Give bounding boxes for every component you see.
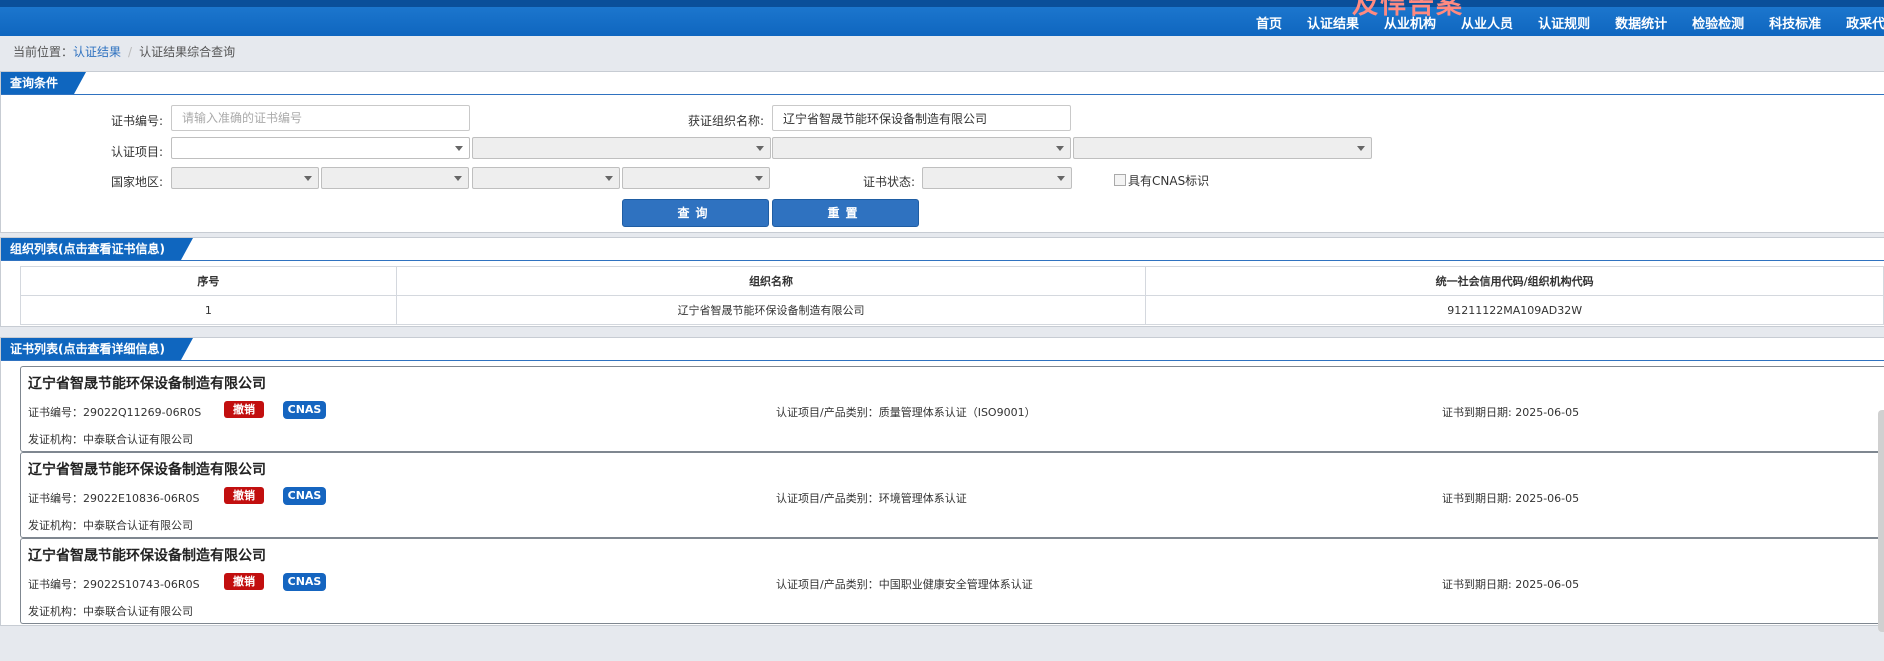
chevron-down-icon: [454, 176, 462, 181]
cert-card[interactable]: 辽宁省智晟节能环保设备制造有限公司 证书编号：29022E10836-06R0S…: [20, 452, 1884, 538]
cert-number: 证书编号：29022E10836-06R0S: [28, 492, 200, 505]
nav-inspection[interactable]: 检验检测: [1692, 13, 1744, 33]
cert-expiry: 证书到期日期: 2025-06-05: [1442, 406, 1580, 419]
cell-credit-code: 91211122MA109AD32W: [1145, 295, 1884, 325]
cnas-badge: CNAS: [283, 401, 326, 419]
breadcrumb: 当前位置：认证结果 / 认证结果综合查询: [13, 43, 235, 60]
revoked-badge: 撤销: [224, 487, 264, 504]
cert-org-name: 辽宁省智晟节能环保设备制造有限公司: [28, 376, 266, 392]
cert-card[interactable]: 辽宁省智晟节能环保设备制造有限公司 证书编号：29022Q11269-06R0S…: [20, 366, 1884, 452]
revoked-badge: 撤销: [224, 401, 264, 418]
project-select-4[interactable]: [1073, 137, 1372, 159]
nav-cert-results[interactable]: 认证结果: [1307, 13, 1359, 33]
chevron-down-icon: [455, 146, 463, 151]
table-row[interactable]: 1 辽宁省智晟节能环保设备制造有限公司 91211122MA109AD32W: [20, 295, 1884, 325]
cnas-badge: CNAS: [283, 487, 326, 505]
cnas-checkbox[interactable]: [1114, 174, 1126, 186]
cert-list-title: 证书列表(点击查看详细信息): [1, 338, 193, 360]
chevron-down-icon: [1357, 146, 1365, 151]
cert-org-name: 辽宁省智晟节能环保设备制造有限公司: [28, 462, 266, 478]
chevron-down-icon: [755, 176, 763, 181]
org-list-title: 组织列表(点击查看证书信息): [1, 238, 193, 260]
project-label: 认证项目:: [110, 145, 163, 159]
cnas-badge: CNAS: [283, 573, 326, 591]
revoked-badge: 撤销: [224, 573, 264, 590]
org-list-header: 组织列表(点击查看证书信息): [1, 238, 1884, 261]
nav-agencies[interactable]: 从业机构: [1384, 13, 1436, 33]
page-scrollbar[interactable]: [1878, 410, 1884, 632]
region-select-1[interactable]: [171, 167, 319, 189]
search-button[interactable]: 查询: [622, 199, 769, 227]
nav-home[interactable]: 首页: [1256, 13, 1282, 33]
nav-practitioners[interactable]: 从业人员: [1461, 13, 1513, 33]
status-label: 证书状态:: [862, 175, 915, 189]
reset-button[interactable]: 重置: [772, 199, 919, 227]
cert-card[interactable]: 辽宁省智晟节能环保设备制造有限公司 证书编号：29022S10743-06R0S…: [20, 538, 1884, 624]
chevron-down-icon: [304, 176, 312, 181]
cert-list-header: 证书列表(点击查看详细信息): [1, 338, 1884, 361]
chevron-down-icon: [605, 176, 613, 181]
breadcrumb-link-cert-results[interactable]: 认证结果: [73, 45, 121, 59]
status-select[interactable]: [922, 167, 1072, 189]
breadcrumb-prefix: 当前位置：: [13, 45, 74, 59]
main-nav: 首页 认证结果 从业机构 从业人员 认证规则 数据统计 检验检测 科技标准 政采…: [1256, 13, 1884, 33]
nav-cert-rules[interactable]: 认证规则: [1538, 13, 1590, 33]
breadcrumb-separator: /: [128, 45, 133, 59]
cell-org-name[interactable]: 辽宁省智晟节能环保设备制造有限公司: [395, 295, 1147, 325]
col-header-credit-code: 统一社会信用代码/组织机构代码: [1145, 266, 1884, 296]
cert-no-label: 证书编号:: [110, 114, 163, 128]
top-navbar: 及悍告案 首页 认证结果 从业机构 从业人员 认证规则 数据统计 检验检测 科技…: [0, 0, 1884, 36]
cert-org-name: 辽宁省智晟节能环保设备制造有限公司: [28, 548, 266, 564]
breadcrumb-current: 认证结果综合查询: [139, 45, 236, 59]
org-name-input[interactable]: [772, 105, 1071, 131]
cert-expiry: 证书到期日期: 2025-06-05: [1442, 578, 1580, 591]
cnas-checkbox-label: 具有CNAS标识: [1128, 174, 1210, 188]
query-panel-title: 查询条件: [1, 72, 86, 94]
org-name-label: 获证组织名称:: [687, 114, 764, 128]
cert-project: 认证项目/产品类别：质量管理体系认证（ISO9001）: [776, 406, 1036, 419]
cell-index: 1: [20, 295, 397, 325]
region-select-2[interactable]: [321, 167, 469, 189]
cnas-filter: 具有CNAS标识: [1114, 172, 1209, 189]
cert-number: 证书编号：29022S10743-06R0S: [28, 578, 200, 591]
project-select-3[interactable]: [772, 137, 1071, 159]
cert-issuer: 发证机构：中泰联合认证有限公司: [28, 519, 193, 532]
cert-number: 证书编号：29022Q11269-06R0S: [28, 406, 202, 419]
cert-no-input[interactable]: [171, 105, 470, 131]
nav-statistics[interactable]: 数据统计: [1615, 13, 1667, 33]
nav-procurement[interactable]: 政采代: [1846, 13, 1884, 33]
chevron-down-icon: [756, 146, 764, 151]
cert-project: 认证项目/产品类别：中国职业健康安全管理体系认证: [776, 578, 1033, 591]
org-table-header: 序号 组织名称 统一社会信用代码/组织机构代码: [20, 266, 1884, 296]
cert-issuer: 发证机构：中泰联合认证有限公司: [28, 605, 193, 618]
org-table: 序号 组织名称 统一社会信用代码/组织机构代码 1 辽宁省智晟节能环保设备制造有…: [20, 266, 1884, 325]
cert-issuer: 发证机构：中泰联合认证有限公司: [28, 433, 193, 446]
query-panel-header: 查询条件: [1, 72, 1884, 95]
chevron-down-icon: [1057, 176, 1065, 181]
col-header-index: 序号: [20, 266, 397, 296]
col-header-org-name: 组织名称: [395, 266, 1147, 296]
project-select-2[interactable]: [472, 137, 771, 159]
region-select-4[interactable]: [622, 167, 770, 189]
region-label: 国家地区:: [110, 175, 163, 189]
chevron-down-icon: [1056, 146, 1064, 151]
top-stripe: [0, 0, 1884, 7]
nav-standards[interactable]: 科技标准: [1769, 13, 1821, 33]
cert-expiry: 证书到期日期: 2025-06-05: [1442, 492, 1580, 505]
project-select-1[interactable]: [171, 137, 470, 159]
region-select-3[interactable]: [472, 167, 620, 189]
cert-project: 认证项目/产品类别：环境管理体系认证: [776, 492, 967, 505]
